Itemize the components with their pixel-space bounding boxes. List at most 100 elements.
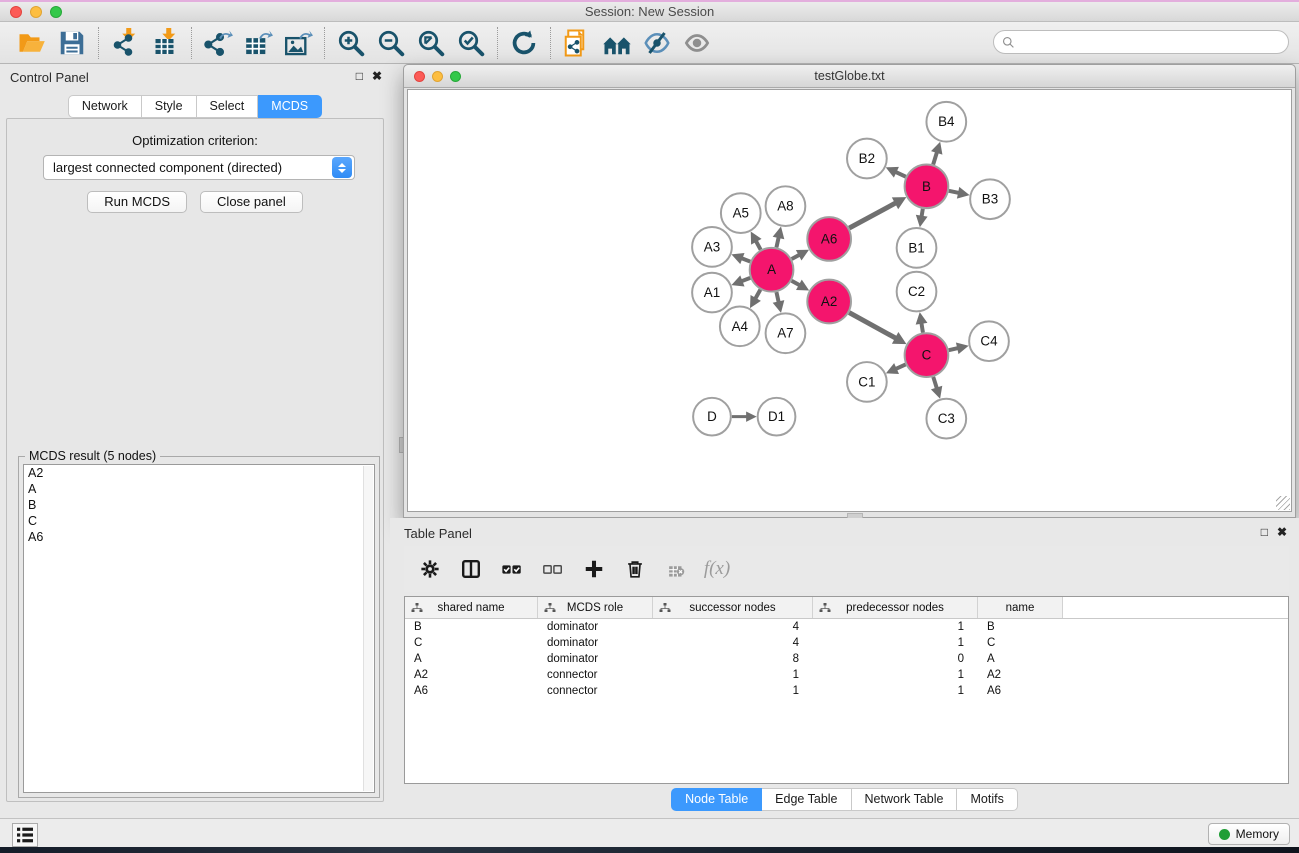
column-header-successor-nodes[interactable]: successor nodes <box>653 597 813 618</box>
graph-node-D1[interactable]: D1 <box>758 398 796 436</box>
graph-node-C2[interactable]: C2 <box>897 272 937 312</box>
column-header-predecessor-nodes[interactable]: predecessor nodes <box>813 597 978 618</box>
result-item[interactable]: A6 <box>24 529 374 545</box>
zoom-fit-icon[interactable] <box>411 26 451 60</box>
resize-grip-icon[interactable] <box>1276 496 1290 510</box>
result-scrollbar[interactable] <box>363 466 373 791</box>
columns-icon[interactable] <box>459 557 483 581</box>
add-icon[interactable] <box>582 557 606 581</box>
graph-node-D[interactable]: D <box>693 398 731 436</box>
close-panel-button[interactable]: Close panel <box>200 191 303 213</box>
close-panel-icon[interactable]: ✖ <box>372 69 382 83</box>
task-history-button[interactable] <box>12 823 38 847</box>
table-row[interactable]: Bdominator41B <box>405 619 1288 635</box>
result-item[interactable]: A2 <box>24 465 374 481</box>
import-table-icon[interactable] <box>145 26 185 60</box>
graph-node-C3[interactable]: C3 <box>926 399 966 439</box>
column-header-name[interactable]: name <box>978 597 1063 618</box>
home-icon[interactable] <box>597 26 637 60</box>
table-row[interactable]: Cdominator41C <box>405 635 1288 651</box>
graph-node-A3[interactable]: A3 <box>692 227 732 267</box>
svg-text:B4: B4 <box>938 114 955 129</box>
trash-icon[interactable] <box>623 557 647 581</box>
graph-node-A7[interactable]: A7 <box>766 313 806 353</box>
result-item[interactable]: A <box>24 481 374 497</box>
table-cell: dominator <box>538 621 653 633</box>
tab-select[interactable]: Select <box>197 95 259 118</box>
search-box[interactable] <box>993 30 1289 54</box>
tab-node-table[interactable]: Node Table <box>671 788 762 811</box>
result-item[interactable]: C <box>24 513 374 529</box>
graph-node-C4[interactable]: C4 <box>969 321 1009 361</box>
memory-button[interactable]: Memory <box>1208 823 1290 845</box>
mcds-result-title: MCDS result (5 nodes) <box>25 449 160 463</box>
import-network-icon[interactable] <box>105 26 145 60</box>
graph-node-C1[interactable]: C1 <box>847 362 887 402</box>
tab-motifs[interactable]: Motifs <box>957 788 1017 811</box>
search-input[interactable] <box>1019 33 1288 51</box>
network-canvas[interactable]: B4 B2 B B3 A5A8A6 A3 A B1 A1 A2 C2 A4A7 C4 C C1 D D1 C3 <box>407 89 1292 512</box>
network-window-titlebar[interactable]: testGlobe.txt <box>404 65 1295 88</box>
column-type-icon <box>411 602 423 614</box>
export-table-icon[interactable] <box>238 26 278 60</box>
graph-node-C[interactable]: C <box>905 333 949 377</box>
refresh-icon[interactable] <box>504 26 544 60</box>
mcds-result-list[interactable]: A2ABCA6 <box>23 464 375 793</box>
zoom-in-icon[interactable] <box>331 26 371 60</box>
graph-node-A5[interactable]: A5 <box>721 193 761 233</box>
save-session-icon[interactable] <box>52 26 92 60</box>
graph-node-A6[interactable]: A6 <box>807 217 851 261</box>
graph-node-A8[interactable]: A8 <box>766 186 806 226</box>
toggle-details-icon[interactable] <box>637 26 677 60</box>
graph-edge-C-C3 <box>933 377 937 389</box>
close-table-panel-icon[interactable]: ✖ <box>1277 525 1287 539</box>
mcds-result-items: A2ABCA6 <box>24 465 374 545</box>
clone-network-icon[interactable] <box>557 26 597 60</box>
run-mcds-button[interactable]: Run MCDS <box>87 191 187 213</box>
tab-mcds[interactable]: MCDS <box>258 95 322 118</box>
table-cell: A6 <box>978 685 1063 697</box>
optimization-criterion-select[interactable]: largest connected component (directed) <box>43 155 355 180</box>
result-item[interactable]: B <box>24 497 374 513</box>
tab-network-table[interactable]: Network Table <box>852 788 958 811</box>
graph-node-B3[interactable]: B3 <box>970 179 1010 219</box>
svg-text:D: D <box>707 409 717 424</box>
svg-text:C4: C4 <box>980 334 998 349</box>
graph-node-A4[interactable]: A4 <box>720 306 760 346</box>
export-network-icon[interactable] <box>198 26 238 60</box>
table-cell: B <box>405 621 538 633</box>
table-toolbar: f(x) <box>404 546 1289 592</box>
open-session-icon[interactable] <box>12 26 52 60</box>
graph-node-B2[interactable]: B2 <box>847 139 887 179</box>
graph-node-B[interactable]: B <box>905 164 949 208</box>
graph-node-A[interactable]: A <box>750 248 794 292</box>
graph-node-A2[interactable]: A2 <box>807 280 851 324</box>
select-all-icon[interactable] <box>500 557 524 581</box>
fx-icon[interactable]: f(x) <box>705 557 729 581</box>
float-panel-icon[interactable]: □ <box>356 69 363 83</box>
graph-node-B4[interactable]: B4 <box>926 102 966 142</box>
deselect-all-icon[interactable] <box>541 557 565 581</box>
edge-arrowhead <box>773 227 785 240</box>
tab-style[interactable]: Style <box>142 95 197 118</box>
table-row[interactable]: A2connector11A2 <box>405 667 1288 683</box>
preview-eye-icon[interactable] <box>677 26 717 60</box>
column-header-MCDS-role[interactable]: MCDS role <box>538 597 653 618</box>
table-row[interactable]: Adominator80A <box>405 651 1288 667</box>
graph-edge-B-B4 <box>933 151 937 164</box>
delete-table-icon[interactable] <box>664 557 688 581</box>
gear-icon[interactable] <box>418 557 442 581</box>
zoom-selected-icon[interactable] <box>451 26 491 60</box>
export-image-icon[interactable] <box>278 26 318 60</box>
memory-status-icon <box>1219 829 1230 840</box>
column-type-icon <box>544 602 556 614</box>
zoom-out-icon[interactable] <box>371 26 411 60</box>
graph-node-B1[interactable]: B1 <box>897 228 937 268</box>
table-row[interactable]: A6connector11A6 <box>405 683 1288 699</box>
node-table: shared nameMCDS rolesuccessor nodesprede… <box>404 596 1289 784</box>
tab-edge-table[interactable]: Edge Table <box>762 788 851 811</box>
graph-node-A1[interactable]: A1 <box>692 273 732 313</box>
tab-network[interactable]: Network <box>68 95 142 118</box>
float-table-panel-icon[interactable]: □ <box>1261 525 1268 539</box>
column-header-shared-name[interactable]: shared name <box>405 597 538 618</box>
